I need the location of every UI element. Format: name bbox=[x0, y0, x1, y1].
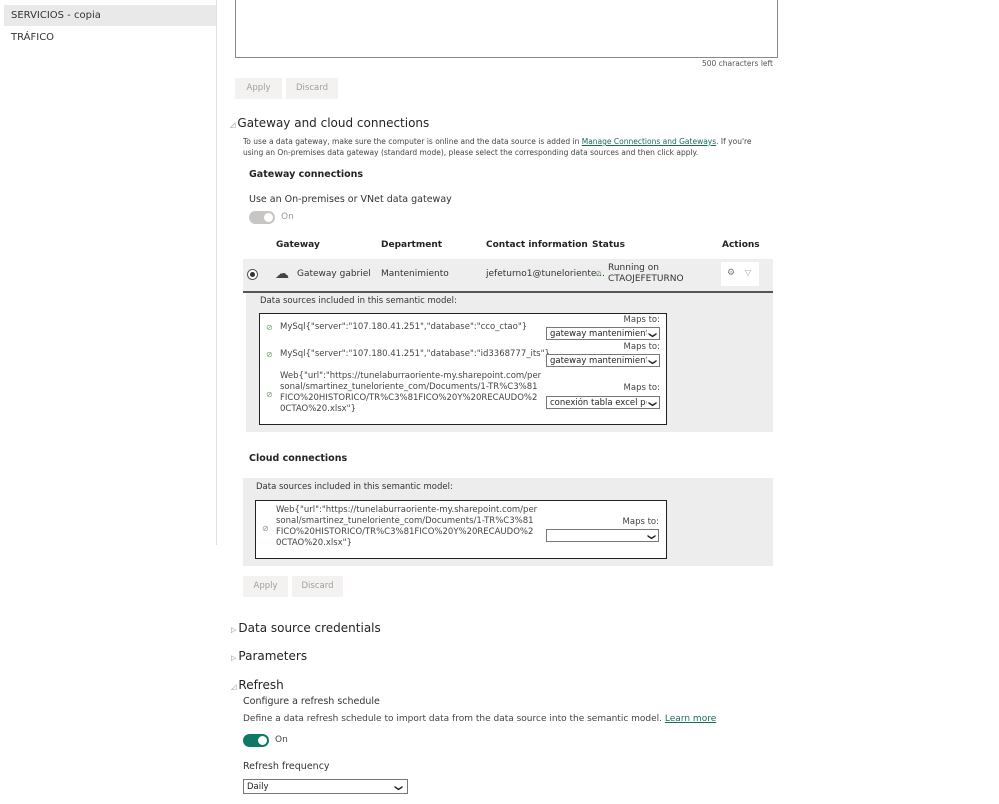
description-textarea[interactable] bbox=[235, 0, 778, 58]
maps-to-label: Maps to: bbox=[623, 315, 660, 325]
gateway-toggle-label: On bbox=[281, 212, 294, 222]
maps-to-label: Maps to: bbox=[623, 342, 660, 352]
section-title: Refresh bbox=[238, 678, 284, 692]
cloud-datasources-panel: Data sources included in this semantic m… bbox=[243, 478, 773, 566]
expand-triangle-icon: ▷ bbox=[231, 654, 237, 662]
sidebar-item-trafico[interactable]: TRÁFICO bbox=[4, 27, 216, 48]
datasource-name: Web{"url":"https://tunelaburraoriente-my… bbox=[276, 505, 538, 548]
maps-to-select[interactable]: gateway mantenimiento ❯ bbox=[546, 354, 660, 367]
desc-text: To use a data gateway, make sure the com… bbox=[243, 137, 582, 146]
check-icon: ⊘ bbox=[262, 524, 269, 533]
gateway-name: Gateway gabriel bbox=[297, 269, 371, 279]
datasource-name: Web{"url":"https://tunelaburraoriente-my… bbox=[280, 371, 542, 414]
datasource-name: MySql{"server":"107.180.41.251","databas… bbox=[280, 349, 550, 359]
refresh-toggle[interactable] bbox=[243, 734, 269, 747]
department: Mantenimiento bbox=[381, 269, 449, 279]
chevron-down-icon: ❯ bbox=[646, 357, 659, 366]
discard-button[interactable]: Discard bbox=[286, 78, 338, 99]
configure-heading: Configure a refresh schedule bbox=[243, 696, 380, 707]
discard-button[interactable]: Discard bbox=[292, 576, 343, 597]
maps-to-label: Maps to: bbox=[622, 517, 659, 527]
ds-label: Data sources included in this semantic m… bbox=[260, 296, 457, 306]
apply-button[interactable]: Apply bbox=[235, 78, 282, 99]
chevron-down-icon: ❯ bbox=[645, 532, 658, 541]
col-status: Status bbox=[592, 240, 625, 250]
sidebar: SERVICIOS - copia TRÁFICO bbox=[0, 0, 217, 545]
sidebar-item-servicios-copia[interactable]: SERVICIOS - copia bbox=[4, 5, 216, 26]
check-icon: ⊘ bbox=[266, 390, 273, 399]
selected-value: conexión tabla excel pe bbox=[550, 398, 651, 408]
status-check-icon: ⊘ bbox=[595, 269, 602, 278]
check-icon: ⊘ bbox=[266, 350, 273, 359]
chevron-down-icon: ❯ bbox=[646, 399, 659, 408]
datasource-name: MySql{"server":"107.180.41.251","databas… bbox=[280, 322, 528, 332]
col-department: Department bbox=[381, 240, 443, 250]
cloud-gateway-icon: ☁ bbox=[275, 266, 289, 282]
status-line: Running on bbox=[608, 263, 659, 273]
section-title: Gateway and cloud connections bbox=[237, 116, 430, 130]
gateway-description: To use a data gateway, make sure the com… bbox=[243, 136, 773, 158]
section-title: Parameters bbox=[238, 649, 308, 663]
gateway-section-header[interactable]: ◿ Gateway and cloud connections bbox=[230, 116, 429, 130]
gateway-connections-heading: Gateway connections bbox=[249, 169, 364, 180]
collapse-triangle-icon: ◿ bbox=[230, 121, 236, 129]
parameters-section-header[interactable]: ▷ Parameters bbox=[231, 649, 307, 663]
maps-to-select[interactable]: gateway mantenimiento ❯ bbox=[546, 327, 660, 340]
selected-value: gateway mantenimiento bbox=[550, 329, 655, 339]
use-gateway-label: Use an On-premises or VNet data gateway bbox=[249, 194, 452, 205]
refresh-frequency-select[interactable]: Daily ❯ bbox=[243, 779, 408, 794]
check-icon: ⊘ bbox=[266, 323, 273, 332]
gateway-datasources-panel: Data sources included in this semantic m… bbox=[246, 293, 773, 432]
refresh-toggle-label: On bbox=[275, 735, 288, 745]
gear-icon[interactable]: ⚙ bbox=[727, 268, 735, 278]
ds-label: Data sources included in this semantic m… bbox=[256, 482, 453, 492]
chars-left: 500 characters left bbox=[701, 59, 773, 68]
maps-to-label: Maps to: bbox=[623, 383, 660, 393]
actions-box: ⚙ ▽ bbox=[721, 262, 759, 286]
col-actions: Actions bbox=[722, 240, 760, 250]
collapse-triangle-icon: ◿ bbox=[231, 683, 237, 691]
selected-value: Daily bbox=[247, 782, 269, 792]
chevron-down-icon[interactable]: ▽ bbox=[745, 268, 751, 277]
section-title: Data source credentials bbox=[238, 621, 381, 635]
gateway-toggle[interactable] bbox=[249, 211, 275, 224]
maps-to-select[interactable]: ❯ bbox=[546, 529, 659, 542]
cloud-connections-heading: Cloud connections bbox=[249, 453, 348, 464]
manage-connections-link[interactable]: Manage Connections and Gateways bbox=[582, 137, 716, 146]
refresh-section-header[interactable]: ◿ Refresh bbox=[231, 678, 284, 692]
datasource-list: ⊘ MySql{"server":"107.180.41.251","datab… bbox=[259, 313, 667, 425]
learn-more-link[interactable]: Learn more bbox=[665, 714, 716, 724]
maps-to-select[interactable]: conexión tabla excel pe ❯ bbox=[546, 396, 660, 409]
col-contact: Contact information bbox=[486, 240, 588, 250]
cloud-datasource-list: ⊘ Web{"url":"https://tunelaburraoriente-… bbox=[255, 500, 667, 559]
frequency-label: Refresh frequency bbox=[243, 761, 330, 772]
refresh-description: Define a data refresh schedule to import… bbox=[243, 714, 716, 724]
apply-button[interactable]: Apply bbox=[243, 576, 288, 597]
col-gateway: Gateway bbox=[276, 240, 320, 250]
status-line: CTAOJEFETURNO bbox=[608, 274, 684, 284]
desc-text: Define a data refresh schedule to import… bbox=[243, 714, 665, 724]
status: Running on CTAOJEFETURNO bbox=[608, 263, 684, 285]
selected-value: gateway mantenimiento bbox=[550, 356, 655, 366]
chevron-down-icon: ❯ bbox=[646, 330, 659, 339]
gateway-radio[interactable] bbox=[247, 269, 258, 280]
credentials-section-header[interactable]: ▷ Data source credentials bbox=[231, 621, 381, 635]
chevron-down-icon: ❯ bbox=[391, 783, 407, 792]
expand-triangle-icon: ▷ bbox=[231, 626, 237, 634]
gateway-row[interactable]: ☁ Gateway gabriel Mantenimiento jefeturn… bbox=[243, 259, 773, 293]
contact: jefeturno1@tuneloriente... bbox=[486, 269, 606, 279]
